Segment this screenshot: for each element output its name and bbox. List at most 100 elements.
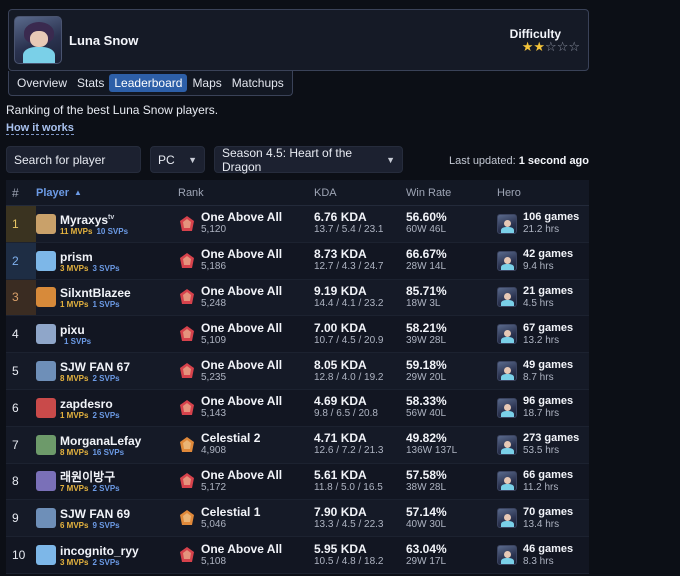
win-rate-cell: 56.60% 60W 46L [406, 211, 497, 236]
table-row[interactable]: 3 SilxntBlazee 1 MVPs 1 SVPs One Above Al… [6, 279, 589, 317]
season-value: Season 4.5: Heart of the Dragon [222, 145, 353, 174]
table-row[interactable]: 9 SJW FAN 69 6 MVPs 9 SVPs Celestial 1 5,… [6, 500, 589, 538]
table-row[interactable]: 10 incognito_ryy 3 MVPs 2 SVPs One Above … [6, 537, 589, 574]
player-cell[interactable]: zapdesro 1 MVPs 2 SVPs [36, 395, 178, 421]
rank-score: 5,235 [201, 371, 227, 383]
hours-played: 11.2 hrs [523, 481, 559, 493]
star-empty-icon: ☆ [568, 39, 580, 54]
hero-thumbnail [497, 471, 517, 492]
player-name[interactable]: incognito_ryy [60, 542, 139, 558]
win-rate-value: 59.18% [406, 357, 447, 372]
hero-cell: 66 games 11.2 hrs [497, 469, 589, 494]
season-select[interactable]: Season 4.5: Heart of the Dragon ▼ [214, 145, 403, 174]
player-name[interactable]: SJW FAN 67 [60, 358, 130, 374]
search-input[interactable]: Search for player [6, 146, 141, 173]
player-name[interactable]: SilxntBlazee [60, 284, 131, 300]
kda-cell: 9.19 KDA 14.4 / 4.1 / 23.2 [314, 284, 406, 310]
games-count: 46 games [523, 542, 574, 555]
player-cell[interactable]: prism 3 MVPs 3 SVPs [36, 248, 178, 274]
tab-overview[interactable]: Overview [12, 74, 72, 92]
player-name[interactable]: Myraxystv [60, 211, 128, 227]
table-row[interactable]: 4 pixu 1 SVPs One Above All 5,109 7.00 K… [6, 316, 589, 354]
player-name[interactable]: SJW FAN 69 [60, 505, 130, 521]
last-updated: Last updated: 1 second ago [449, 155, 589, 167]
star-filled-icon: ★ [533, 39, 546, 54]
rank-badge-icon [180, 436, 194, 452]
rank-badge-icon [180, 363, 194, 379]
hero-cell: 273 games 53.5 hrs [497, 432, 589, 457]
player-cell[interactable]: MorganaLefay 8 MVPs 16 SVPs [36, 432, 178, 458]
tab-leaderboard[interactable]: Leaderboard [109, 74, 188, 92]
player-name[interactable]: pixu [60, 321, 91, 337]
rank-score: 5,143 [201, 408, 227, 420]
player-cell[interactable]: pixu 1 SVPs [36, 321, 178, 347]
rank-name: One Above All [201, 394, 283, 409]
table-row[interactable]: 8 래원이방구 7 MVPs 2 SVPs One Above All 5,172… [6, 463, 589, 501]
win-rate-cell: 58.21% 39W 28L [406, 321, 497, 347]
win-rate-cell: 49.82% 136W 137L [406, 432, 497, 457]
hours-played: 4.5 hrs [523, 297, 554, 309]
how-it-works-link[interactable]: How it works [6, 122, 74, 135]
avatar [36, 434, 56, 455]
win-rate-value: 56.60% [406, 210, 447, 225]
games-count: 273 games [523, 432, 580, 445]
rank-cell: Celestial 2 4,908 [178, 432, 314, 457]
table-row[interactable]: 5 SJW FAN 67 8 MVPs 2 SVPs One Above All … [6, 353, 589, 390]
rank-cell: One Above All 5,235 [178, 358, 314, 384]
hero-thumbnail [497, 434, 517, 455]
win-rate-cell: 85.71% 18W 3L [406, 284, 497, 310]
hours-played: 8.3 hrs [523, 555, 554, 567]
table-row[interactable]: 6 zapdesro 1 MVPs 2 SVPs One Above All 5,… [6, 389, 589, 427]
player-cell[interactable]: SJW FAN 69 6 MVPs 9 SVPs [36, 505, 178, 531]
kda-detail: 10.5 / 4.8 / 18.2 [314, 555, 384, 567]
tab-stats[interactable]: Stats [72, 74, 109, 92]
mvp-count: 11 MVPs [60, 226, 93, 236]
hero-cell: 49 games 8.7 hrs [497, 359, 589, 384]
rank-name: One Above All [201, 467, 283, 482]
tab-maps[interactable]: Maps [187, 74, 226, 92]
games-count: 106 games [523, 211, 580, 224]
player-cell[interactable]: incognito_ryy 3 MVPs 2 SVPs [36, 542, 178, 568]
player-cell[interactable]: SJW FAN 67 8 MVPs 2 SVPs [36, 358, 178, 384]
col-player[interactable]: Player ▲ [36, 187, 178, 199]
hero-cell: 42 games 9.4 hrs [497, 248, 589, 273]
win-rate-cell: 63.04% 29W 17L [406, 542, 497, 568]
star-filled-icon: ★ [521, 39, 534, 54]
games-count: 67 games [523, 321, 574, 334]
rank-score: 5,046 [201, 518, 227, 530]
position: 8 [12, 474, 19, 489]
win-rate-cell: 59.18% 29W 20L [406, 357, 497, 384]
table-row[interactable]: 2 prism 3 MVPs 3 SVPs One Above All 5,186… [6, 242, 589, 280]
rank-cell: One Above All 5,109 [178, 321, 314, 347]
platform-select[interactable]: PC ▼ [150, 146, 205, 173]
player-cell[interactable]: Myraxystv 11 MVPs 10 SVPs [36, 211, 178, 237]
player-name[interactable]: prism [60, 248, 120, 264]
kda-detail: 13.7 / 5.4 / 23.1 [314, 224, 384, 236]
hours-played: 8.7 hrs [523, 371, 554, 383]
hero-cell: 70 games 13.4 hrs [497, 506, 589, 531]
table-row[interactable]: 1 Myraxystv 11 MVPs 10 SVPs One Above All… [6, 206, 589, 243]
player-name[interactable]: 래원이방구 [60, 468, 120, 484]
win-rate-value: 57.58% [406, 467, 447, 482]
hero-thumbnail [497, 213, 517, 234]
player-name[interactable]: MorganaLefay [60, 432, 141, 448]
player-cell[interactable]: 래원이방구 7 MVPs 2 SVPs [36, 468, 178, 494]
win-loss-record: 29W 20L [406, 371, 447, 383]
last-updated-label: Last updated: [448, 155, 516, 167]
kda-detail: 12.6 / 7.2 / 21.3 [314, 445, 384, 457]
player-cell[interactable]: SilxntBlazee 1 MVPs 1 SVPs [36, 284, 178, 310]
col-position: # [12, 185, 19, 200]
table-row[interactable]: 7 MorganaLefay 8 MVPs 16 SVPs Celestial 2… [6, 426, 589, 464]
position: 10 [12, 548, 26, 563]
rank-badge-icon [180, 510, 194, 526]
hours-played: 21.2 hrs [523, 224, 560, 236]
page-description: Ranking of the best Luna Snow players. [6, 103, 219, 117]
kda-value: 6.76 KDA [314, 210, 367, 225]
last-updated-value: 1 second ago [518, 155, 589, 167]
hero-thumbnail [497, 324, 517, 345]
player-name[interactable]: zapdesro [60, 395, 120, 411]
rank-cell: One Above All 5,172 [178, 467, 314, 494]
tab-matchups[interactable]: Matchups [227, 74, 289, 92]
col-kda: KDA [314, 186, 337, 199]
kda-value: 5.95 KDA [314, 541, 367, 556]
